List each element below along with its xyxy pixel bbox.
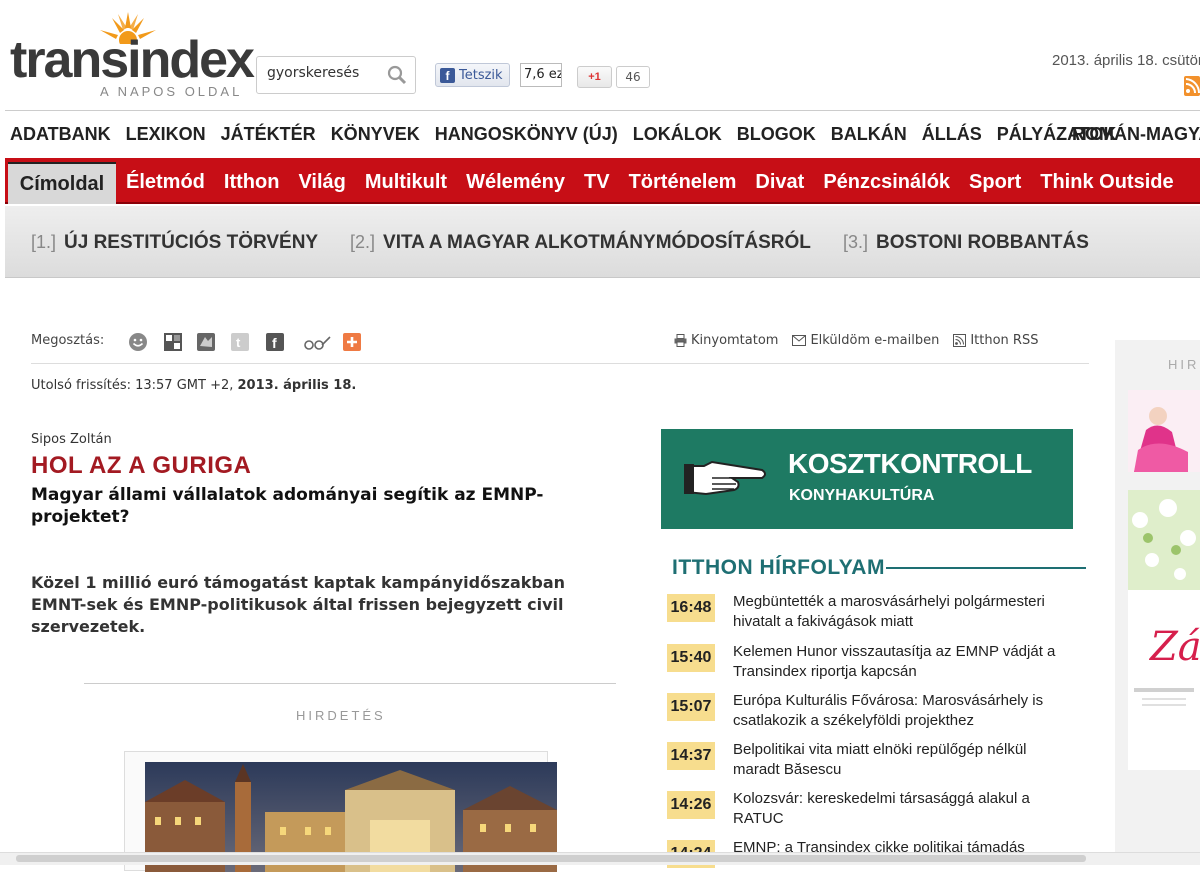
news-headline-link[interactable]: Belpolitikai vita miatt elnöki repülőgép… [733, 740, 1073, 780]
news-headline-link[interactable]: Kelemen Hunor visszautasítja az EMNP vád… [733, 642, 1073, 682]
nav-item-lokalok[interactable]: LOKÁLOK [633, 124, 722, 145]
news-time-badge: 14:26 [667, 791, 715, 819]
news-time-badge: 15:40 [667, 644, 715, 672]
header-divider [5, 110, 1200, 111]
facebook-share-icon[interactable]: f [265, 332, 285, 352]
printer-icon [674, 334, 687, 347]
print-label: Kinyomtatom [691, 333, 779, 348]
logo-tagline: A NAPOS OLDAL [100, 84, 243, 99]
news-time-badge: 16:48 [667, 594, 715, 622]
section-tab-penzcsinalok[interactable]: Pénzcsinálók [823, 171, 950, 194]
header-date: 2013. április 18. csütörtök [1052, 52, 1200, 69]
delicious-share-icon[interactable] [163, 332, 183, 352]
facebook-like-button[interactable]: f Tetszik [435, 63, 510, 87]
section-tab-tv[interactable]: TV [584, 171, 610, 194]
news-headline-link[interactable]: Európa Kulturális Fővárosa: Marosvásárhe… [733, 691, 1073, 731]
last-updated-date: 2013. április 18. [237, 378, 357, 393]
twitter-share-icon[interactable]: t [230, 332, 250, 352]
nav-item-lexikon[interactable]: LEXIKON [126, 124, 206, 145]
nav-item-adatbank[interactable]: ADATBANK [10, 124, 111, 145]
article-subheadline: Magyar állami vállalatok adományai segít… [31, 485, 544, 527]
nav-item-konyvek[interactable]: KÖNYVEK [331, 124, 420, 145]
section-tab-sport[interactable]: Sport [969, 171, 1021, 194]
rss-icon[interactable] [1184, 76, 1200, 96]
section-tab-multikult[interactable]: Multikult [365, 171, 447, 194]
smiley-share-icon[interactable] [128, 332, 148, 352]
nav-item-balkan[interactable]: BALKÁN [831, 124, 907, 145]
sidebar-ad-flowers[interactable]: Zá [1128, 490, 1200, 770]
nav-item-jatekter[interactable]: JÁTÉKTÉR [221, 124, 316, 145]
svg-text:t: t [236, 335, 241, 350]
google-plus-button[interactable]: +1 [577, 66, 612, 88]
section-tab-vilag[interactable]: Világ [298, 171, 345, 194]
article-headline[interactable]: HOL AZ A GURIGA [31, 452, 251, 480]
section-tab-eletmod[interactable]: Életmód [126, 171, 205, 194]
section-tab-tortenelem[interactable]: Történelem [629, 171, 737, 194]
hot-topic-3[interactable]: [3.] BOSTONI ROBBANTÁS [843, 232, 1089, 254]
news-time-badge: 15:07 [667, 693, 715, 721]
last-updated: Utolsó frissítés: 13:57 GMT +2, 2013. áp… [31, 378, 356, 393]
google-plus-count: 46 [616, 66, 650, 88]
section-tabs: Életmód Itthon Világ Multikult Wélemény … [126, 171, 1193, 194]
section-tab-think-outside[interactable]: Think Outside [1040, 171, 1173, 194]
banner-title: KOSZTKONTROLL [788, 448, 1032, 479]
digg-share-icon[interactable] [196, 332, 216, 352]
hot-topic-2[interactable]: [2.] VITA A MAGYAR ALKOTMÁNYMÓDOSÍTÁSRÓL [350, 232, 811, 254]
article-lead: Közel 1 millió euró támogatást kaptak ka… [31, 573, 566, 636]
sidebar-ad-fashion[interactable] [1128, 390, 1200, 472]
iwiw-share-icon[interactable] [302, 332, 332, 352]
scrollbar-thumb[interactable] [16, 855, 1086, 862]
article-divider [31, 363, 1089, 364]
search-input[interactable] [267, 65, 379, 81]
nav-item-allas[interactable]: ÁLLÁS [922, 124, 982, 145]
facebook-icon: f [440, 67, 455, 83]
nav-item-roman-magyar[interactable]: ROMÁN-MAGYAR [1072, 124, 1200, 145]
nav-item-blogok[interactable]: BLOGOK [737, 124, 816, 145]
facebook-like-label: Tetszik [459, 67, 503, 83]
pointing-hand-icon [684, 460, 766, 496]
svg-text:f: f [272, 335, 277, 351]
nav-item-hangoskonyv[interactable]: HANGOSKÖNYV (ÚJ) [435, 124, 618, 145]
ad-label: HIRDETÉS [296, 708, 386, 723]
last-updated-prefix: Utolsó frissítés: 13:57 GMT +2, [31, 378, 234, 393]
hot-topic-title: VITA A MAGYAR ALKOTMÁNYMÓDOSÍTÁSRÓL [383, 232, 811, 253]
hot-topic-number: [1.] [31, 232, 57, 252]
print-link[interactable]: Kinyomtatom [674, 333, 778, 348]
hot-topic-number: [2.] [350, 232, 376, 252]
news-headline-link[interactable]: Kolozsvár: kereskedelmi társasággá alaku… [733, 789, 1073, 829]
search-icon[interactable] [387, 65, 407, 85]
itthon-rss-link[interactable]: Itthon RSS [953, 333, 1038, 348]
section-tab-divat[interactable]: Divat [755, 171, 804, 194]
add-share-icon[interactable] [342, 332, 362, 352]
article-author[interactable]: Sipos Zoltán [31, 432, 112, 447]
share-label: Megosztás: [31, 333, 105, 348]
news-feed-title[interactable]: ITTHON HÍRFOLYAM [672, 556, 885, 580]
news-feed-rule [886, 567, 1086, 569]
news-time-badge: 14:37 [667, 742, 715, 770]
feed-icon [953, 334, 967, 347]
sidebar-ad-label: HIRDETÉS [1168, 357, 1200, 372]
hot-topic-title: ÚJ RESTITÚCIÓS TÖRVÉNY [64, 232, 319, 253]
section-tab-itthon[interactable]: Itthon [224, 171, 280, 194]
envelope-icon [792, 335, 807, 346]
top-navigation: ADATBANK LEXIKON JÁTÉKTÉR KÖNYVEK HANGOS… [10, 124, 1131, 145]
facebook-like-count: 7,6 ezer [520, 63, 562, 87]
hot-topic-number: [3.] [843, 232, 869, 252]
email-link[interactable]: Elküldöm e-mailben [792, 333, 939, 348]
search-box [256, 56, 416, 94]
banner-subtitle: KONYHAKULTÚRA [789, 487, 935, 504]
site-logo[interactable]: transindex [10, 34, 255, 86]
svg-text:Zá: Zá [1148, 624, 1200, 670]
ad-divider [84, 683, 616, 684]
hot-topic-title: BOSTONI ROBBANTÁS [876, 232, 1089, 253]
article-tools: Kinyomtatom Elküldöm e-mailben Itthon RS… [674, 333, 1038, 348]
hot-topic-1[interactable]: [1.] ÚJ RESTITÚCIÓS TÖRVÉNY [31, 232, 318, 254]
news-headline-link[interactable]: Megbüntették a marosvásárhelyi polgármes… [733, 592, 1073, 632]
section-tab-welemeny[interactable]: Wélemény [466, 171, 565, 194]
section-tab-cimoldal[interactable]: Címoldal [8, 162, 116, 204]
email-label: Elküldöm e-mailben [810, 333, 940, 348]
rss-label: Itthon RSS [970, 333, 1039, 348]
